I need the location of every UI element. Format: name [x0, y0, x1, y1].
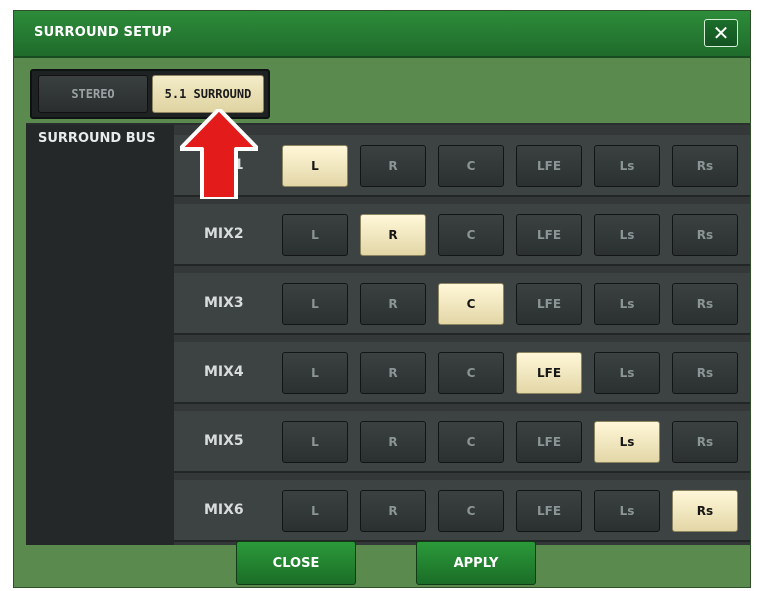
channel-button-c[interactable]: C	[438, 352, 504, 394]
mix-label: MIX3	[204, 295, 244, 311]
channel-button-l[interactable]: L	[282, 352, 348, 394]
channel-button-ls[interactable]: Ls	[594, 421, 660, 463]
close-button[interactable]: CLOSE	[236, 541, 356, 585]
mix-row-5: MIX5 L R C LFE Ls Rs	[174, 411, 750, 473]
mix-label: MIX6	[204, 502, 244, 518]
channel-button-r[interactable]: R	[360, 214, 426, 256]
window-title: SURROUND SETUP	[34, 25, 172, 40]
channel-button-l[interactable]: L	[282, 145, 348, 187]
channel-button-c[interactable]: C	[438, 214, 504, 256]
surround-bus-label: SURROUND BUS	[38, 131, 156, 146]
mix-row-6: MIX6 L R C LFE Ls Rs	[174, 480, 750, 542]
title-bar: SURROUND SETUP ✕	[14, 11, 750, 58]
channel-button-r[interactable]: R	[360, 490, 426, 532]
channel-button-ls[interactable]: Ls	[594, 352, 660, 394]
channel-button-lfe[interactable]: LFE	[516, 283, 582, 325]
apply-button[interactable]: APPLY	[416, 541, 536, 585]
channel-button-lfe[interactable]: LFE	[516, 421, 582, 463]
mix-row-1: MIX1LRCLFELsRs	[174, 135, 750, 197]
surround-bus-panel: SURROUND BUS MIX1LRCLFELsRsMIX2LRCLFELsR…	[26, 123, 750, 545]
channel-button-r[interactable]: R	[360, 421, 426, 463]
channel-button-ls[interactable]: Ls	[594, 490, 660, 532]
stereo-mode-button[interactable]: STEREO	[38, 75, 148, 113]
mix-label: MIX2	[204, 226, 244, 242]
channel-button-rs[interactable]: Rs	[672, 145, 738, 187]
channel-button-lfe[interactable]: LFE	[516, 214, 582, 256]
channel-button-ls[interactable]: Ls	[594, 214, 660, 256]
channel-button-rs[interactable]: Rs	[672, 490, 738, 532]
channel-button-ls[interactable]: Ls	[594, 145, 660, 187]
channel-button-lfe[interactable]: LFE	[516, 490, 582, 532]
mix-row-3: MIX3 L R C LFE Ls Rs	[174, 273, 750, 335]
channel-button-l[interactable]: L	[282, 421, 348, 463]
channel-button-c[interactable]: C	[438, 421, 504, 463]
surround-bus-sidebar: SURROUND BUS	[26, 125, 174, 545]
channel-button-rs[interactable]: Rs	[672, 283, 738, 325]
channel-button-c[interactable]: C	[438, 145, 504, 187]
channel-button-c[interactable]: C	[438, 490, 504, 532]
surround-mode-button[interactable]: 5.1 SURROUND	[152, 75, 264, 113]
surround-setup-window: SURROUND SETUP ✕ STEREO 5.1 SURROUND SUR…	[13, 10, 751, 588]
mix-row-2: MIX2 L R C LFE Ls Rs	[174, 204, 750, 266]
channel-button-l[interactable]: L	[282, 214, 348, 256]
arrow-up-icon	[180, 109, 258, 199]
channel-button-r[interactable]: R	[360, 283, 426, 325]
mix-label: MIX4	[204, 364, 244, 380]
close-icon: ✕	[712, 21, 730, 45]
channel-button-lfe[interactable]: LFE	[516, 145, 582, 187]
mix-label: MIX5	[204, 433, 244, 449]
mix-row-4: MIX4 L R C LFE Ls Rs	[174, 342, 750, 404]
channel-button-c[interactable]: C	[438, 283, 504, 325]
channel-button-r[interactable]: R	[360, 145, 426, 187]
channel-button-l[interactable]: L	[282, 283, 348, 325]
channel-button-rs[interactable]: Rs	[672, 214, 738, 256]
window-close-button[interactable]: ✕	[704, 19, 738, 47]
channel-button-lfe[interactable]: LFE	[516, 352, 582, 394]
channel-button-rs[interactable]: Rs	[672, 352, 738, 394]
channel-button-rs[interactable]: Rs	[672, 421, 738, 463]
channel-button-l[interactable]: L	[282, 490, 348, 532]
channel-button-ls[interactable]: Ls	[594, 283, 660, 325]
channel-button-r[interactable]: R	[360, 352, 426, 394]
